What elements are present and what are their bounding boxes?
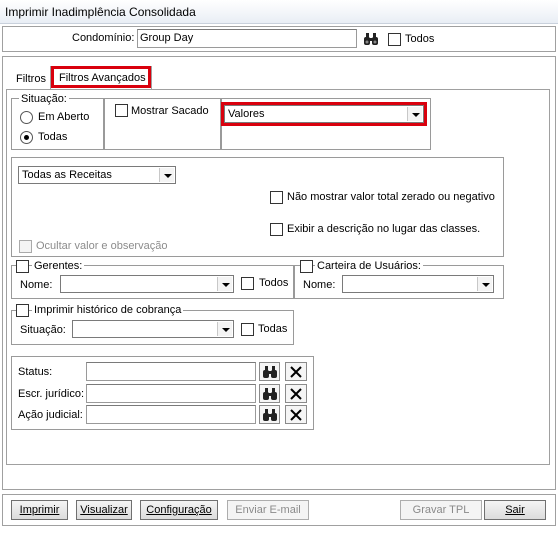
historico-label: Imprimir histórico de cobrança [32, 304, 184, 316]
ocultar-label: Ocultar valor e observação [36, 240, 168, 252]
historico-todas-checkbox[interactable] [241, 323, 254, 336]
radio-em-aberto-label: Em Aberto [38, 111, 90, 123]
historico-situacao-select[interactable] [72, 320, 234, 338]
status-search-button[interactable] [259, 362, 280, 381]
chevron-down-icon [217, 277, 232, 291]
escr-juridico-clear-button[interactable] [285, 384, 307, 403]
historico-checkbox[interactable] [16, 304, 29, 317]
binoculars-icon [262, 387, 277, 400]
chevron-down-icon [477, 277, 492, 291]
mostrar-sacado-label: Mostrar Sacado [131, 105, 209, 117]
gerentes-label: Gerentes: [32, 260, 85, 272]
receitas-select-value: Todas as Receitas [22, 169, 112, 181]
condominio-value: Group Day [140, 32, 194, 44]
configuracao-button[interactable]: Configuração [140, 500, 218, 520]
x-icon [290, 408, 302, 421]
chevron-down-icon [407, 107, 422, 121]
historico-situacao-label: Situação: [20, 324, 66, 336]
status-label: Status: [18, 366, 53, 378]
binoculars-icon [262, 365, 277, 378]
acao-judicial-search-button[interactable] [259, 405, 280, 424]
visualizar-button[interactable]: Visualizar [76, 500, 132, 520]
escr-juridico-search-button[interactable] [259, 384, 280, 403]
escr-juridico-field[interactable] [86, 384, 256, 403]
receitas-select[interactable]: Todas as Receitas [18, 166, 176, 184]
binoculars-icon [364, 32, 378, 45]
chevron-down-icon [159, 168, 174, 182]
exibir-descricao-checkbox[interactable] [270, 223, 283, 236]
chevron-down-icon [217, 322, 232, 336]
valores-select[interactable]: Valores [224, 105, 424, 123]
tab-filtros-avancados-label: Filtros Avançados [59, 72, 146, 84]
imprimir-button[interactable]: Imprimir [11, 500, 68, 520]
ocultar-checkbox [19, 240, 32, 253]
nao-mostrar-label: Não mostrar valor total zerado ou negati… [287, 191, 495, 203]
condominio-todos-label: Todos [405, 33, 435, 45]
status-clear-button[interactable] [285, 362, 307, 381]
valores-select-value: Valores [228, 108, 265, 120]
mostrar-sacado-checkbox[interactable] [115, 104, 128, 117]
window-title: Imprimir Inadimplência Consolidada [0, 0, 558, 24]
x-icon [290, 387, 302, 400]
carteira-nome-select[interactable] [342, 275, 494, 293]
situacao-legend: Situação: [19, 93, 69, 105]
acao-judicial-clear-button[interactable] [285, 405, 307, 424]
nao-mostrar-checkbox[interactable] [270, 191, 283, 204]
gravar-tpl-button: Gravar TPL [400, 500, 482, 520]
gerentes-checkbox[interactable] [16, 260, 29, 273]
sair-button[interactable]: Sair [484, 500, 546, 520]
tab-filtros[interactable]: Filtros [16, 73, 46, 85]
historico-todas-label: Todas [258, 323, 288, 335]
exibir-descricao-label: Exibir a descrição no lugar das classes. [287, 223, 481, 235]
carteira-label: Carteira de Usuários: [315, 260, 423, 272]
carteira-nome-label: Nome: [303, 279, 336, 291]
tab-filtros-avancados[interactable]: Filtros Avançados [51, 66, 151, 88]
escr-juridico-label: Escr. jurídico: [18, 388, 85, 400]
radio-todas[interactable] [20, 131, 33, 144]
condominio-todos-checkbox[interactable] [388, 33, 401, 46]
acao-judicial-field[interactable] [86, 405, 256, 424]
status-field[interactable] [86, 362, 256, 381]
gerentes-todos-checkbox[interactable] [241, 277, 254, 290]
gerentes-todos-label: Todos [259, 277, 289, 289]
condominio-search-button[interactable] [361, 29, 381, 48]
condominio-label: Condomínio: [72, 32, 135, 44]
enviar-email-button: Enviar E-mail [227, 500, 309, 520]
radio-todas-label: Todas [38, 131, 68, 143]
binoculars-icon [262, 408, 277, 421]
radio-em-aberto[interactable] [20, 111, 33, 124]
gerentes-nome-select[interactable] [60, 275, 234, 293]
x-icon [290, 365, 302, 378]
carteira-checkbox[interactable] [300, 260, 313, 273]
condominio-field[interactable]: Group Day [137, 29, 357, 48]
acao-judicial-label: Ação judicial: [18, 409, 83, 421]
gerentes-nome-label: Nome: [20, 279, 53, 291]
